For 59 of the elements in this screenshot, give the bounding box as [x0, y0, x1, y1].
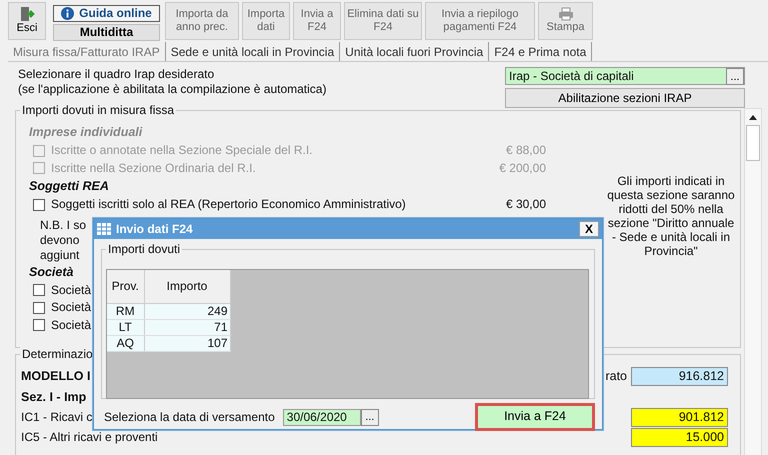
exit-button[interactable]: Esci: [8, 2, 46, 40]
group-title: Importi dovuti in misura fissa: [20, 103, 176, 118]
checkbox-label: Iscritte o annotate nella Sezione Speciale del R.I.: [51, 143, 312, 158]
value-field: 901.812: [631, 408, 728, 426]
column-header: Prov.: [107, 270, 144, 303]
table-cell: AQ: [107, 335, 144, 351]
checkbox-label: Società: [51, 318, 92, 333]
info-icon: [61, 7, 74, 20]
table-cell: 107: [144, 335, 230, 351]
dialog-title: Invio dati F24: [116, 222, 193, 236]
field-label: rato: [605, 368, 627, 384]
checkbox[interactable]: [33, 284, 45, 296]
note-text: N.B. I so: [40, 218, 86, 232]
field-label: IC5 - Altri ricavi e proventi: [21, 430, 158, 444]
checkbox-label: Iscritte nella Sezione Ordinaria del R.I.: [51, 160, 256, 176]
grid-icon: [97, 223, 111, 235]
table-cell: 71: [144, 319, 230, 335]
value-field: 916.812: [631, 366, 728, 386]
checkbox[interactable]: [33, 319, 45, 332]
value-field: 15.000: [631, 428, 728, 446]
help-button[interactable]: Guida online: [53, 5, 160, 22]
model-title: MODELLO I: [21, 368, 90, 384]
scroll-thumb[interactable]: [746, 125, 760, 161]
table-cell: LT: [107, 319, 144, 335]
checkbox-label: Società: [51, 300, 92, 316]
company-button[interactable]: Multiditta: [53, 24, 160, 41]
section-heading: Società: [29, 264, 74, 280]
info-note: Gli importi indicati in questa sezione saranno ridotti del 50% nella sezione "Diritto annuale - Sede e unità locali in Provincia": [606, 174, 736, 260]
scrollbar[interactable]: [744, 108, 762, 455]
table-cell: RM: [107, 303, 144, 319]
enable-sections-button[interactable]: Abilitazione sezioni IRAP: [505, 88, 745, 108]
amount-text: € 200,00: [499, 160, 546, 176]
date-label: Seleziona la data di versamento: [104, 410, 275, 424]
browse-button[interactable]: ...: [360, 408, 379, 426]
quadro-select[interactable]: Irap - Società di capitali ...: [505, 67, 745, 85]
exit-icon: [19, 6, 35, 22]
browse-button[interactable]: ...: [726, 68, 744, 85]
printer-icon: [558, 7, 574, 22]
hint-text: (se l'applicazione è abilitata la compilazione è automatica): [18, 82, 326, 97]
group-title: Importi dovuti: [106, 242, 182, 257]
field-label: IC1 - Ricavi c: [21, 410, 92, 424]
send-button[interactable]: Invia a F24: [475, 403, 595, 431]
checkbox[interactable]: [33, 302, 45, 314]
section-heading: Sez. I - Imp: [21, 390, 86, 404]
column-header: Importo: [144, 270, 230, 303]
section-heading: Soggetti REA: [29, 178, 109, 195]
scroll-up-icon: [749, 114, 757, 120]
close-button[interactable]: X: [579, 221, 599, 237]
note-text: devono: [40, 232, 80, 248]
checkbox-label: Soggetti iscritti solo al REA (Repertorio Economico Amministrativo): [51, 197, 406, 212]
checkbox-label: Società: [51, 282, 92, 298]
checkbox[interactable]: [33, 198, 45, 211]
amount-text: € 88,00: [506, 143, 546, 158]
date-field[interactable]: 30/06/2020: [282, 408, 361, 426]
note-text: aggiunt: [40, 248, 80, 262]
table-cell: 249: [144, 303, 230, 319]
section-heading: Imprese individuali: [29, 124, 142, 141]
amount-text: € 30,00: [506, 197, 546, 212]
prompt-text: Selezionare il quadro Irap desiderato: [18, 67, 216, 82]
